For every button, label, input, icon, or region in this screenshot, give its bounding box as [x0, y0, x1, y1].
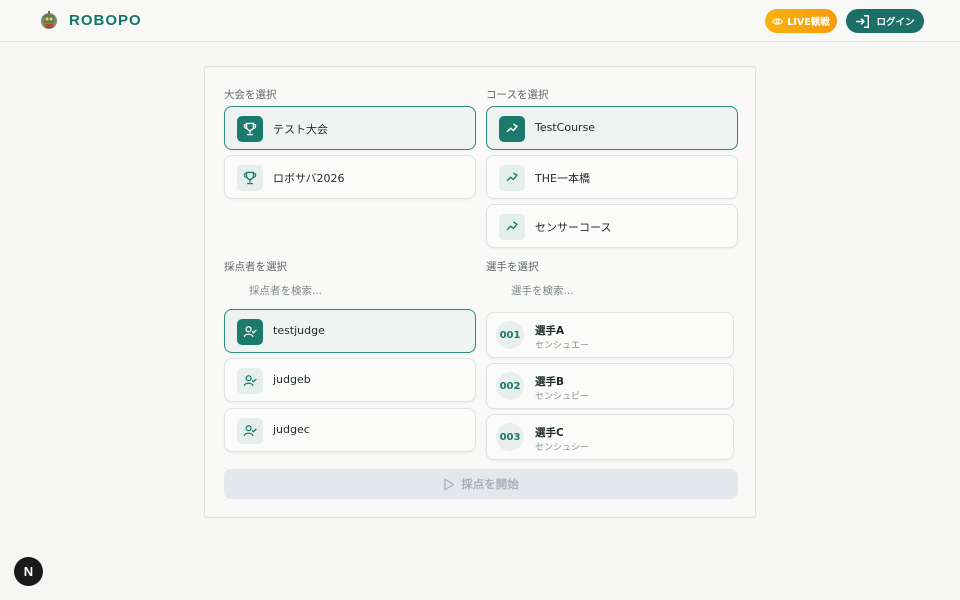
player-kana: センシュシー — [535, 443, 590, 453]
player-kana: センシュエー — [535, 341, 590, 351]
judge-item-label: judgec — [273, 423, 310, 436]
course-item-label: センサーコース — [535, 221, 612, 234]
play-icon — [444, 478, 455, 490]
player-search-input[interactable] — [511, 279, 711, 303]
user-check-icon — [237, 319, 263, 345]
tournament-item-label: テスト大会 — [273, 123, 328, 136]
tournament-item[interactable]: ロボサバ2026 — [224, 155, 476, 199]
judge-search-input[interactable] — [249, 279, 449, 303]
course-item[interactable]: TestCourse — [486, 106, 738, 150]
player-name: 選手C — [535, 427, 564, 439]
player-number: 001 — [496, 321, 524, 349]
login-button[interactable]: ログイン — [846, 9, 924, 33]
player-number: 002 — [496, 372, 524, 400]
selection-panel: 大会を選択 テスト大会 ロボサバ2026 コースを選択 TestCourse T… — [204, 66, 756, 518]
course-item-label: TestCourse — [535, 121, 596, 134]
judge-item[interactable]: testjudge — [224, 309, 476, 353]
player-item[interactable]: 002 選手B センシュビー — [486, 363, 734, 409]
start-scoring-button[interactable]: 採点を開始 — [224, 469, 738, 499]
player-item[interactable]: 001 選手A センシュエー — [486, 312, 734, 358]
player-name: 選手B — [535, 376, 565, 388]
trophy-icon — [237, 116, 263, 142]
tournament-item-label: ロボサバ2026 — [273, 172, 345, 185]
player-number: 003 — [496, 423, 524, 451]
route-icon — [499, 116, 525, 142]
start-scoring-label: 採点を開始 — [461, 477, 519, 491]
login-icon — [856, 14, 870, 28]
course-item-label: THE一本橋 — [535, 172, 590, 185]
next-badge-letter: N — [23, 564, 34, 579]
route-icon — [499, 165, 525, 191]
user-check-icon — [237, 368, 263, 394]
tournament-item[interactable]: テスト大会 — [224, 106, 476, 150]
course-section-label: コースを選択 — [486, 89, 549, 101]
login-label: ログイン — [876, 17, 915, 28]
top-header: ROBOPO LIVE観戦 ログイン — [0, 0, 960, 42]
next-dev-badge[interactable]: N — [14, 557, 43, 586]
brand-title[interactable]: ROBOPO — [69, 12, 142, 29]
judge-item-label: judgeb — [273, 373, 311, 386]
player-name: 選手A — [535, 325, 565, 337]
player-section-label: 選手を選択 — [486, 261, 539, 273]
live-view-label: LIVE観戦 — [787, 17, 830, 28]
user-check-icon — [237, 418, 263, 444]
player-item[interactable]: 003 選手C センシュシー — [486, 414, 734, 460]
robot-logo-icon[interactable] — [38, 9, 60, 31]
route-icon — [499, 214, 525, 240]
judge-section-label: 採点者を選択 — [224, 261, 287, 273]
trophy-icon — [237, 165, 263, 191]
judge-item[interactable]: judgeb — [224, 358, 476, 402]
judge-item-label: testjudge — [273, 324, 325, 337]
judge-item[interactable]: judgec — [224, 408, 476, 452]
course-item[interactable]: センサーコース — [486, 204, 738, 248]
tournament-section-label: 大会を選択 — [224, 89, 277, 101]
player-kana: センシュビー — [535, 392, 590, 402]
course-item[interactable]: THE一本橋 — [486, 155, 738, 199]
live-view-button[interactable]: LIVE観戦 — [765, 9, 837, 33]
eye-icon — [772, 17, 784, 25]
